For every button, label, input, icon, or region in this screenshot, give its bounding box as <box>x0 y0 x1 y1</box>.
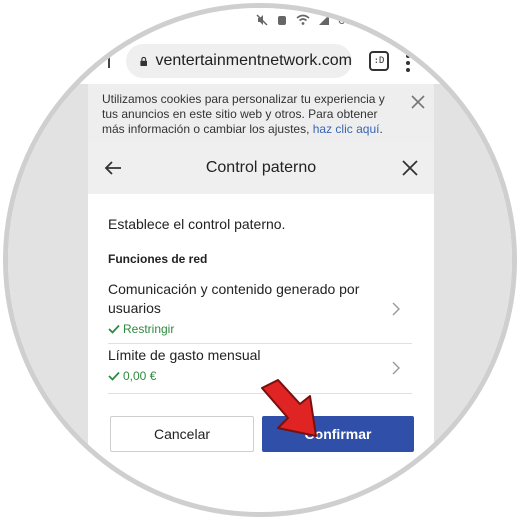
status-bar: 63% <box>8 8 512 40</box>
dialog-body: Establece el control paterno. Funciones … <box>88 194 434 512</box>
lock-icon <box>140 56 148 66</box>
address-bar[interactable]: ventertainmentnetwork.com <box>126 44 352 78</box>
check-icon <box>108 324 120 334</box>
setting-row-status-text: Restringir <box>123 322 175 336</box>
setting-row-communication[interactable]: Comunicación y contenido generado por us… <box>108 280 412 344</box>
setting-row-status-text: 0,00 € <box>123 369 157 383</box>
tabs-button-label: :D <box>373 56 385 66</box>
cookie-close-icon[interactable] <box>410 94 426 110</box>
circular-frame: 63% ventertainmentnetwork.com :D Utiliza… <box>3 3 517 517</box>
section-label: Funciones de red <box>108 252 208 266</box>
browser-menu-icon[interactable] <box>406 54 412 72</box>
battery-percent: 63% <box>338 12 365 27</box>
check-icon <box>108 371 120 381</box>
setting-row-title: Límite de gasto mensual <box>108 347 261 363</box>
chevron-right-icon <box>392 302 400 316</box>
dialog-header: Control paterno <box>88 142 434 194</box>
cookie-banner: Utilizamos cookies para personalizar tu … <box>88 84 434 142</box>
annotation-arrow-icon <box>261 379 317 437</box>
tabs-button[interactable]: :D <box>369 51 389 71</box>
setting-row-status: Restringir <box>108 322 412 336</box>
signal-icon <box>319 14 329 25</box>
setting-row-title: Comunicación y contenido generado por us… <box>108 281 360 316</box>
browser-toolbar: ventertainmentnetwork.com :D <box>8 40 512 84</box>
alarm-icon <box>278 15 286 25</box>
wifi-icon <box>296 14 310 25</box>
cookie-banner-period: . <box>379 122 383 136</box>
home-icon[interactable] <box>96 54 110 68</box>
status-icons: 63% <box>256 12 364 27</box>
close-icon[interactable] <box>402 160 418 176</box>
dialog-intro: Establece el control paterno. <box>108 216 286 232</box>
mute-icon <box>256 13 268 26</box>
cookie-settings-link[interactable]: haz clic aquí <box>313 122 380 136</box>
dialog-title: Control paterno <box>205 159 317 176</box>
url-text: ventertainmentnetwork.com <box>155 52 352 69</box>
chevron-right-icon <box>392 361 400 375</box>
cancel-button[interactable]: Cancelar <box>110 416 254 452</box>
